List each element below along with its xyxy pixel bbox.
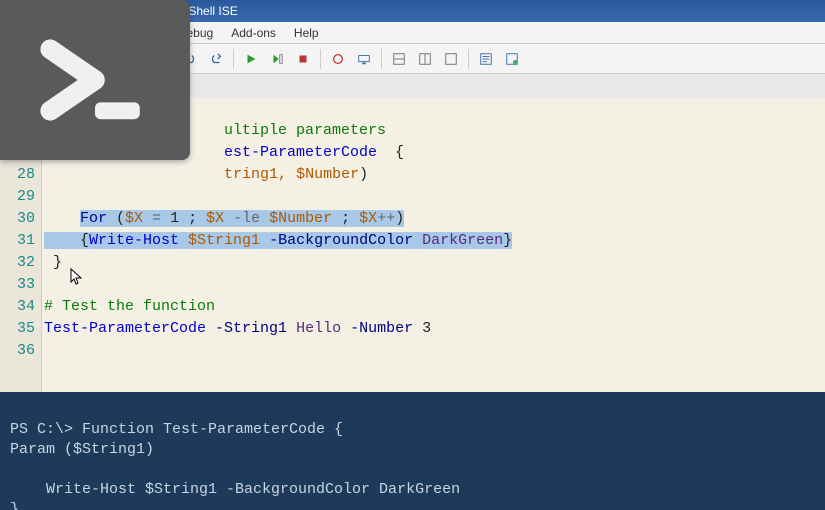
run-selection-icon[interactable] — [265, 47, 289, 71]
layout-console-icon[interactable] — [439, 47, 463, 71]
stop-icon[interactable] — [291, 47, 315, 71]
show-command-icon[interactable] — [500, 47, 524, 71]
layout-default-icon[interactable] — [387, 47, 411, 71]
redo-icon[interactable] — [204, 47, 228, 71]
show-script-icon[interactable] — [474, 47, 498, 71]
layout-script-icon[interactable] — [413, 47, 437, 71]
breakpoint-icon[interactable] — [326, 47, 350, 71]
run-icon[interactable] — [239, 47, 263, 71]
menu-help[interactable]: Help — [286, 24, 327, 42]
menu-addons[interactable]: Add-ons — [223, 24, 284, 42]
powershell-logo-icon — [25, 20, 165, 140]
console-pane[interactable]: PS C:\> Function Test-ParameterCode { Pa… — [0, 392, 825, 510]
remote-icon[interactable] — [352, 47, 376, 71]
powershell-logo-overlay — [0, 0, 190, 160]
